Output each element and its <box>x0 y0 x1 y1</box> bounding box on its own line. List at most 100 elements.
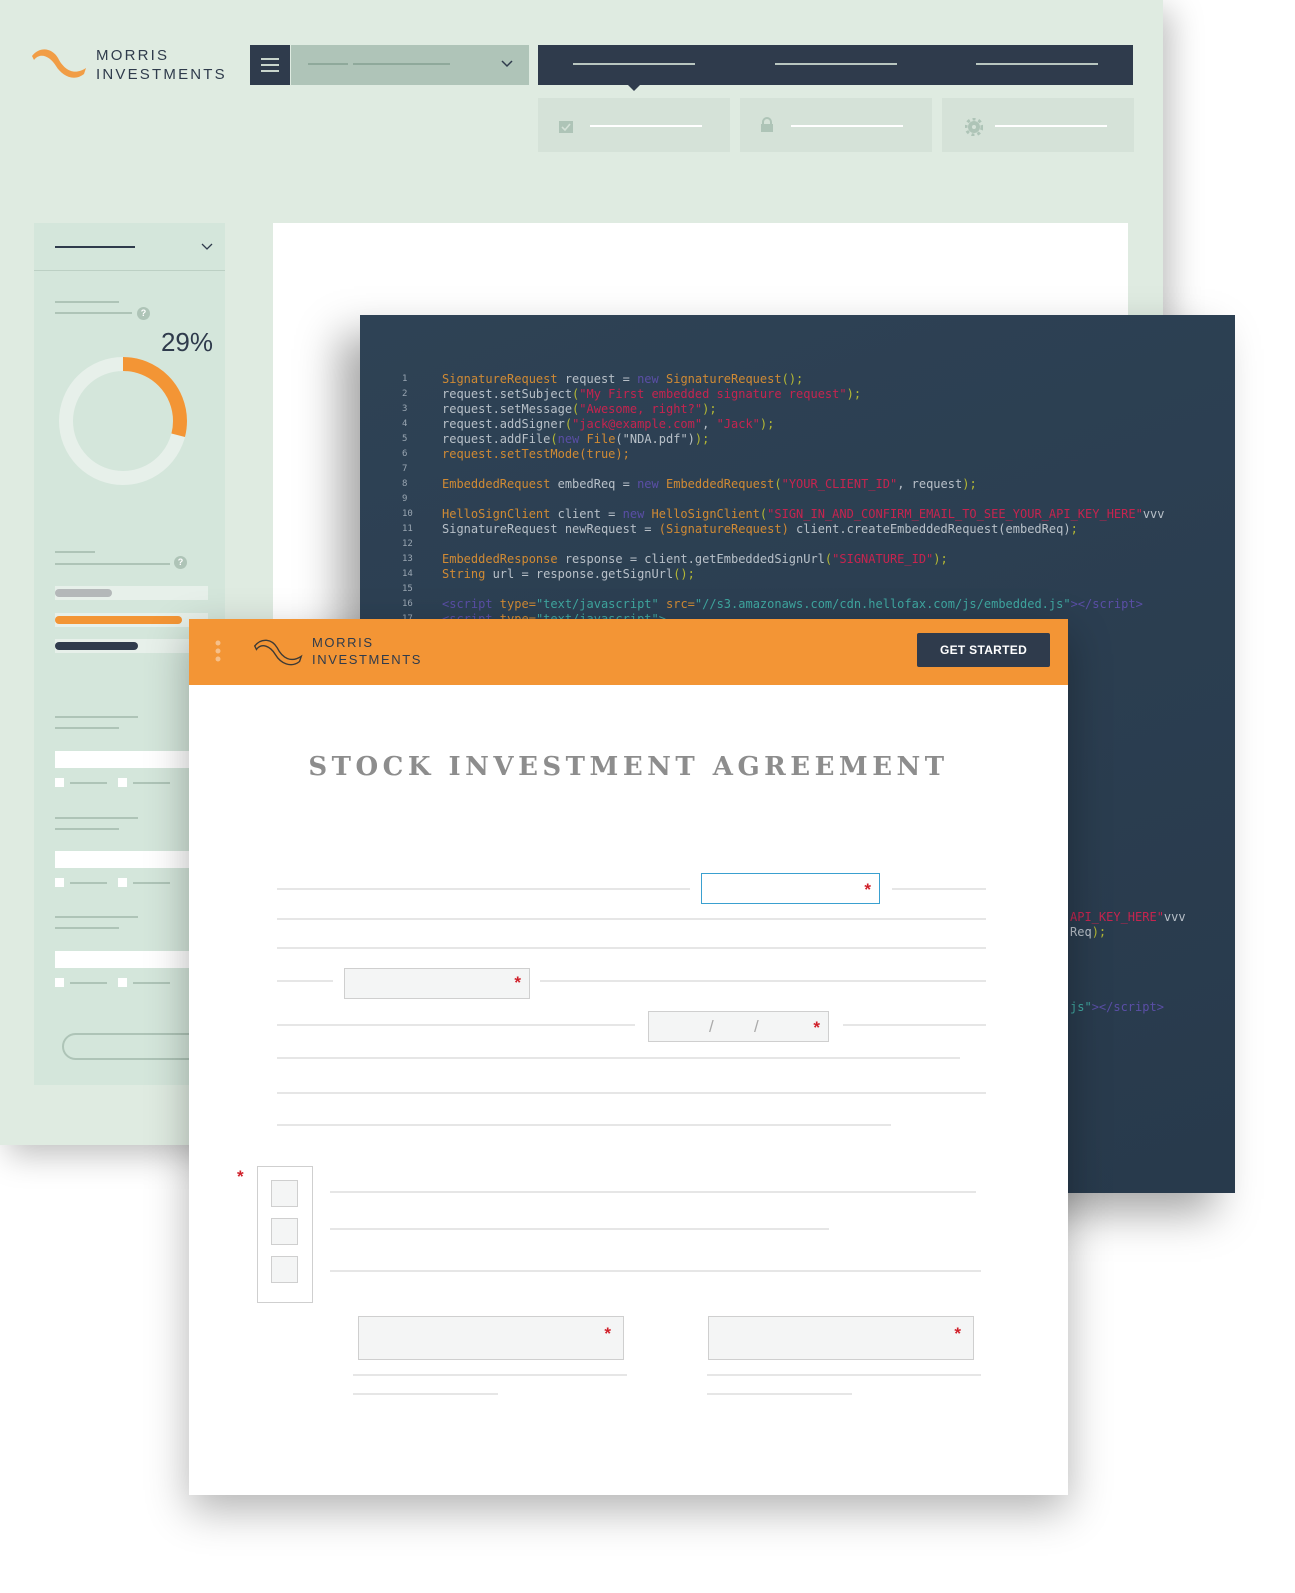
sidebar-checkbox[interactable] <box>55 878 64 887</box>
code-token: ("NDA.pdf") <box>615 432 695 446</box>
code-token: ></script> <box>1091 1000 1164 1014</box>
line-number: 5 <box>402 434 408 444</box>
more-vertical-icon[interactable] <box>215 640 221 662</box>
code-token: "Jack" <box>716 417 760 431</box>
code-token: ; <box>1070 522 1078 536</box>
sidebar-checkbox[interactable] <box>55 778 64 787</box>
code-text: API_KEY_HERE"vvv <box>1070 910 1186 925</box>
line-number: 14 <box>402 569 413 579</box>
line-number: 8 <box>402 479 408 489</box>
code-line: 7 <box>360 462 1235 477</box>
sidebar-input-3[interactable] <box>55 951 205 968</box>
code-token: ); <box>962 477 977 491</box>
code-token: HelloSignClient <box>644 507 760 521</box>
code-token: HelloSignClient <box>442 507 551 521</box>
code-token: request.addFile <box>442 432 551 446</box>
progress-bar-1 <box>55 586 208 600</box>
code-token: "//s3.amazonaws.com/cdn.hellofax.com/js/… <box>694 597 1071 611</box>
code-token: (); <box>673 567 695 581</box>
text-field-1[interactable]: * <box>701 873 880 904</box>
code-token: js" <box>1070 1000 1092 1014</box>
sidebar-checkbox[interactable] <box>55 978 64 987</box>
checkbox-2[interactable] <box>271 1218 298 1245</box>
code-text: HelloSignClient client = new HelloSignCl… <box>442 507 1165 522</box>
code-line: 15 <box>360 582 1235 597</box>
code-token: EmbeddedRequest <box>658 477 775 491</box>
code-token: ); <box>694 432 710 446</box>
form-header: MORRIS INVESTMENTS GET STARTED <box>189 619 1068 685</box>
code-text: <script type="text/javascript" src="//s3… <box>442 597 1143 612</box>
code-token: , <box>702 417 717 431</box>
subtab-settings[interactable] <box>942 98 1134 152</box>
sidebar-dropdown[interactable] <box>34 223 225 271</box>
brand-line-1: MORRIS <box>312 635 374 650</box>
help-icon[interactable]: ? <box>137 307 150 320</box>
brand-name: MORRIS INVESTMENTS <box>312 634 422 668</box>
line-number: 9 <box>402 494 408 504</box>
code-line: 8 EmbeddedRequest embedReq = new Embedded… <box>360 477 1235 492</box>
help-icon[interactable]: ? <box>174 556 187 569</box>
code-token: Req <box>1070 925 1092 939</box>
sidebar-checkbox[interactable] <box>118 878 127 887</box>
code-token: embedReq = <box>550 477 638 491</box>
morris-logo-icon <box>32 49 86 78</box>
brand-line-2: INVESTMENTS <box>96 66 227 83</box>
signature-field-2[interactable]: * <box>708 1316 974 1360</box>
progress-fill <box>55 642 138 650</box>
code-text: request.addFile(new File("NDA.pdf")); <box>442 432 709 447</box>
code-token: client.createEmbeddedRequest(embedReq) <box>788 522 1071 536</box>
code-token: ></script> <box>1070 597 1143 611</box>
progress-fill <box>55 616 182 624</box>
code-token: response = client.getEmbeddedSignUrl <box>557 552 825 566</box>
line-number: 10 <box>402 509 413 519</box>
code-token: (SignatureRequest) <box>658 522 789 536</box>
code-token: "text/javascript" <box>535 597 659 611</box>
nav-tab-3[interactable] <box>976 63 1098 65</box>
code-token: new <box>557 432 580 446</box>
code-line: 6 request.setTestMode(true); <box>360 447 1235 462</box>
code-token: ( <box>550 432 558 446</box>
checkbox-3[interactable] <box>271 1256 298 1283</box>
code-line: 11 SignatureRequest newRequest = (Signatu… <box>360 522 1235 537</box>
code-token: ); <box>1091 925 1107 939</box>
brand-line-2: INVESTMENTS <box>312 652 423 667</box>
nav-tab-2[interactable] <box>775 63 897 65</box>
get-started-button[interactable]: GET STARTED <box>917 633 1050 667</box>
signature-field-1[interactable]: * <box>358 1316 624 1360</box>
progress-fill <box>55 589 112 597</box>
code-line: 9 <box>360 492 1235 507</box>
code-token: "Awesome, right?" <box>579 402 703 416</box>
subtab-calendar[interactable] <box>538 98 730 152</box>
checkbox-group <box>257 1166 313 1303</box>
gear-icon <box>965 118 983 136</box>
sidebar-input-1[interactable] <box>55 751 205 768</box>
line-number: 2 <box>402 389 408 399</box>
line-number: 16 <box>402 599 413 609</box>
brand-line-1: MORRIS <box>96 47 170 64</box>
brand-name: MORRIS INVESTMENTS <box>96 46 227 84</box>
hamburger-icon[interactable] <box>250 45 290 85</box>
top-dropdown[interactable] <box>291 45 529 85</box>
code-line: 3 request.setMessage("Awesome, right?"); <box>360 402 1235 417</box>
code-token: src= <box>658 597 695 611</box>
nav-tab-1[interactable] <box>573 63 695 65</box>
sidebar-input-2[interactable] <box>55 851 205 868</box>
code-text: String url = response.getSignUrl(); <box>442 567 695 582</box>
sidebar-checkbox[interactable] <box>118 778 127 787</box>
line-number: 7 <box>402 464 408 474</box>
code-token: "SIGN_IN_AND_CONFIRM_EMAIL_TO_SEE_YOUR_A… <box>767 507 1143 521</box>
date-field[interactable]: / / * <box>648 1011 829 1042</box>
checkbox-1[interactable] <box>271 1180 298 1207</box>
code-token: "My First embedded signature request" <box>579 387 847 401</box>
required-mark: * <box>237 1167 244 1186</box>
code-token: new <box>637 477 659 491</box>
code-token: ); <box>846 387 862 401</box>
subtab-lock[interactable] <box>740 98 932 152</box>
code-token: ); <box>702 402 717 416</box>
sidebar-checkbox[interactable] <box>118 978 127 987</box>
text-field-2[interactable]: * <box>344 968 530 999</box>
page-title: STOCK INVESTMENT AGREEMENT <box>308 752 949 782</box>
progress-bar-2 <box>55 613 208 627</box>
lock-icon <box>761 117 773 132</box>
code-token: EmbeddedResponse <box>442 552 558 566</box>
